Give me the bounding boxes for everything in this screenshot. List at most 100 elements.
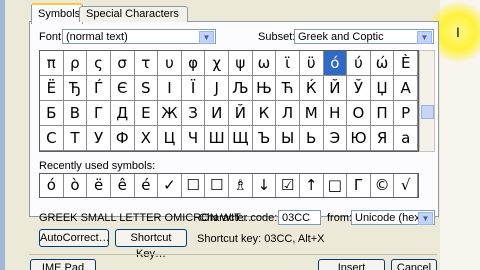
symbol-cell[interactable]: Ч [181, 126, 206, 151]
symbol-cell[interactable]: Х [134, 126, 159, 151]
symbol-cell[interactable]: Ц [158, 126, 182, 151]
symbol-cell[interactable]: Щ [229, 126, 253, 151]
divider [29, 254, 437, 255]
symbol-cell[interactable]: ς [87, 51, 111, 76]
insert-button[interactable]: Insert [318, 259, 385, 270]
symbol-cell[interactable]: У [87, 126, 111, 151]
recent-symbol-cell[interactable]: ☐ [182, 174, 206, 197]
symbol-cell[interactable]: ω [252, 51, 277, 76]
character-code-input[interactable]: 03CC [278, 210, 321, 225]
autocorrect-button[interactable]: AutoCorrect… [39, 229, 110, 247]
tab-symbols[interactable]: Symbols [31, 3, 83, 24]
symbol-cell[interactable]: Н [323, 101, 348, 126]
symbol-cell[interactable]: М [299, 101, 324, 126]
symbol-cell[interactable]: ψ [229, 51, 253, 76]
symbol-cell[interactable]: Њ [252, 76, 277, 101]
chevron-down-icon[interactable]: ▼ [199, 31, 214, 44]
symbol-cell[interactable]: Ъ [252, 126, 277, 151]
symbol-cell[interactable]: Й [323, 76, 348, 101]
recent-symbol-cell[interactable]: ό [40, 174, 64, 197]
symbol-cell[interactable]: Р [394, 101, 418, 126]
symbol-cell[interactable]: S [134, 76, 159, 101]
font-select[interactable]: (normal text) ▼ [62, 29, 216, 44]
recent-symbol-cell[interactable]: ✓ [158, 174, 182, 197]
symbol-cell[interactable]: Ќ [299, 76, 324, 101]
symbol-cell[interactable]: ϊ [276, 51, 300, 76]
symbol-cell[interactable]: Ь [299, 126, 324, 151]
symbol-cell[interactable]: Я [370, 126, 395, 151]
character-code-label: Character code: [199, 212, 278, 224]
tab-special-characters[interactable]: Special Characters [79, 6, 188, 22]
symbol-cell[interactable]: Ë [40, 76, 64, 101]
symbol-cell[interactable]: З [181, 101, 206, 126]
symbol-cell[interactable]: ύ [347, 51, 371, 76]
symbol-dialog-screenshot: I Symbols Special Characters Font: (norm… [0, 0, 480, 270]
cancel-button[interactable]: Cancel [391, 259, 437, 270]
symbol-cell[interactable]: J [205, 76, 229, 101]
symbol-cell[interactable]: Ю [347, 126, 371, 151]
recent-symbol-cell[interactable]: ↓ [253, 174, 277, 197]
symbol-cell[interactable]: Е [134, 101, 159, 126]
symbol-cell[interactable]: Й [229, 101, 253, 126]
symbol-cell[interactable]: В [63, 101, 88, 126]
recent-symbol-cell[interactable]: Г [347, 174, 371, 197]
symbol-grid-scrollbar[interactable] [419, 50, 435, 152]
recent-symbol-cell[interactable]: ☑ [276, 174, 300, 197]
shortcut-key-button[interactable]: Shortcut Key… [115, 229, 187, 260]
symbol-cell[interactable]: Ш [205, 126, 229, 151]
symbol-cell[interactable]: Т [63, 126, 88, 151]
symbol-cell[interactable]: τ [134, 51, 159, 76]
symbol-cell[interactable]: П [370, 101, 395, 126]
recent-symbol-cell[interactable]: ☐ [205, 174, 229, 197]
symbol-cell[interactable]: ϋ [299, 51, 324, 76]
chevron-down-icon[interactable]: ▼ [418, 212, 433, 225]
symbol-cell[interactable]: Є [110, 76, 135, 101]
symbol-cell[interactable]: ρ [63, 51, 88, 76]
symbol-cell[interactable]: π [40, 51, 64, 76]
recent-symbol-cell[interactable]: ê [111, 174, 135, 197]
font-label: Font: [39, 31, 65, 43]
symbol-cell[interactable]: I [158, 76, 182, 101]
symbol-cell[interactable]: А [394, 76, 418, 101]
symbol-cell[interactable]: Ў [347, 76, 371, 101]
symbol-cell[interactable]: Г [87, 101, 111, 126]
recent-symbol-cell[interactable]: é [135, 174, 159, 197]
scrollbar-thumb[interactable] [421, 105, 434, 119]
recent-symbol-cell[interactable]: ò [64, 174, 88, 197]
symbol-cell[interactable]: Э [323, 126, 348, 151]
symbol-cell[interactable]: Ѓ [87, 76, 111, 101]
symbol-cell[interactable]: С [40, 126, 64, 151]
symbol-cell[interactable]: Л [276, 101, 300, 126]
symbol-cell[interactable]: а [394, 126, 418, 151]
symbol-cell[interactable]: Љ [229, 76, 253, 101]
symbol-cell[interactable]: φ [181, 51, 206, 76]
from-select[interactable]: Unicode (hex) ▼ [351, 210, 435, 225]
symbol-cell[interactable]: Ж [158, 101, 182, 126]
subset-select[interactable]: Greek and Coptic ▼ [294, 29, 434, 44]
symbol-cell[interactable]: О [347, 101, 371, 126]
symbol-cell[interactable]: И [205, 101, 229, 126]
symbol-cell[interactable]: È [394, 51, 418, 76]
chevron-down-icon[interactable]: ▼ [417, 31, 432, 44]
recent-symbol-cell[interactable]: © [371, 174, 395, 197]
symbol-cell[interactable]: Б [40, 101, 64, 126]
recent-symbol-cell[interactable]: □ [324, 174, 348, 197]
symbol-cell[interactable]: υ [158, 51, 182, 76]
symbol-cell[interactable]: ώ [370, 51, 395, 76]
recent-symbol-cell[interactable]: √ [394, 174, 418, 197]
ime-pad-button[interactable]: IME Pad [30, 259, 96, 270]
recent-symbol-cell[interactable]: ↑ [300, 174, 324, 197]
symbol-cell[interactable]: ό [323, 51, 348, 76]
symbol-cell[interactable]: χ [205, 51, 229, 76]
symbol-cell[interactable]: Ы [276, 126, 300, 151]
symbol-cell[interactable]: Џ [370, 76, 395, 101]
symbol-cell[interactable]: Ћ [276, 76, 300, 101]
symbol-cell[interactable]: Ф [110, 126, 135, 151]
symbol-cell[interactable]: Ї [181, 76, 206, 101]
recent-symbol-cell[interactable]: ♗ [229, 174, 253, 197]
recent-symbol-cell[interactable]: ë [87, 174, 111, 197]
symbol-cell[interactable]: К [252, 101, 277, 126]
symbol-cell[interactable]: Д [110, 101, 135, 126]
symbol-cell[interactable]: Ђ [63, 76, 88, 101]
symbol-cell[interactable]: σ [110, 51, 135, 76]
